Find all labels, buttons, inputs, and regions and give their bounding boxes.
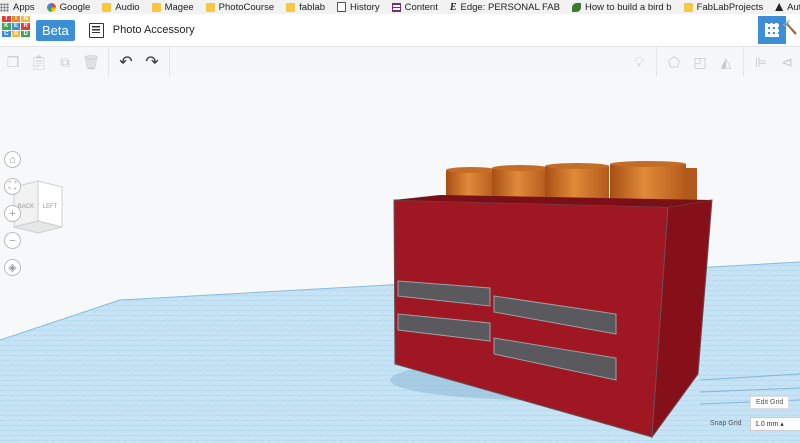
grid-icon	[391, 2, 401, 12]
google-icon	[46, 2, 56, 12]
zoom-in-button[interactable]: +	[4, 205, 21, 222]
align-icon: ⊫	[754, 53, 768, 70]
copy-button[interactable]: ❐	[0, 49, 26, 75]
minus-icon: −	[9, 234, 16, 247]
folder-icon	[151, 2, 161, 12]
plus-icon: +	[9, 207, 16, 220]
bookmark-bird[interactable]: How to build a bird b	[571, 2, 672, 13]
snap-grid-select[interactable]: 1.0 mm ▴	[750, 417, 800, 431]
bookmark-fablabprojects[interactable]: FabLabProjects	[683, 2, 763, 13]
hammer-icon[interactable]: 🔨	[782, 20, 798, 36]
light-bulb-icon: 💡︎	[634, 53, 644, 70]
trash-icon: 🗑︎	[82, 53, 100, 70]
bookmark-apps[interactable]: Apps	[0, 2, 35, 13]
edit-grid-button[interactable]: Edit Grid	[750, 396, 790, 409]
folder-icon	[205, 2, 215, 12]
apps-icon	[0, 2, 9, 12]
project-title[interactable]: Photo Accessory	[113, 24, 195, 36]
copy-icon: ❐	[6, 53, 20, 70]
edit-toolbar: ❐ 📋︎ ⧉ 🗑︎ ↶ ↷ 💡︎ ⬠ ◰ ◭ ⊫ ⊲	[0, 46, 800, 78]
page-icon	[337, 2, 347, 12]
bookmarks-bar: Apps Google Audio Magee PhotoCourse fabl…	[0, 0, 800, 14]
undo-button[interactable]: ↶	[113, 49, 139, 75]
perspective-button[interactable]: ◈	[4, 259, 21, 276]
delete-button[interactable]: 🗑︎	[78, 49, 104, 75]
mirror-icon: ◭	[720, 53, 732, 70]
paste-button[interactable]: 📋︎	[26, 49, 52, 75]
leaf-icon	[571, 2, 581, 12]
paste-icon: 📋︎	[30, 53, 48, 70]
zoom-out-button[interactable]: −	[4, 232, 21, 249]
bookmark-history[interactable]: History	[337, 2, 380, 13]
bookmark-audio[interactable]: Audio	[102, 2, 140, 13]
autodesk-icon	[775, 3, 784, 11]
bookmark-google[interactable]: Google	[46, 2, 90, 13]
fit-view-button[interactable]: ⛶	[4, 178, 21, 195]
duplicate-button[interactable]: ⧉	[52, 49, 78, 75]
tinkercad-logo[interactable]: T I N K E R C A D	[2, 16, 30, 44]
bookmark-autodesk[interactable]: Autodesk Digital	[775, 2, 800, 13]
group-icon: ◰	[693, 53, 707, 70]
flip-button[interactable]: ⊲	[774, 49, 800, 75]
bookmark-content[interactable]: Content	[391, 2, 438, 13]
home-icon: ⌂	[9, 153, 16, 166]
folder-icon	[286, 2, 296, 12]
cube-icon: ◈	[8, 262, 17, 274]
group-button[interactable]: ◰	[687, 49, 713, 75]
shape-outline-icon: ⬠	[667, 53, 681, 70]
flip-icon: ⊲	[781, 53, 793, 70]
toolbar-divider	[169, 47, 170, 77]
undo-arrow-icon: ↶	[119, 54, 133, 71]
bookmark-magee[interactable]: Magee	[151, 2, 194, 13]
toolbar-divider	[743, 47, 744, 77]
toolbar-divider	[656, 47, 657, 77]
bookmark-photocourse[interactable]: PhotoCourse	[205, 2, 274, 13]
fit-frame-icon: ⛶	[8, 180, 17, 192]
viewcube-left-label: LEFT	[43, 204, 58, 210]
scene-canvas	[0, 161, 800, 443]
bookmark-edge[interactable]: E Edge: PERSONAL FAB	[450, 2, 560, 13]
mirror-button[interactable]: ◭	[713, 49, 739, 75]
light-bulb-button[interactable]: 💡︎	[626, 49, 652, 75]
folder-icon	[683, 2, 693, 12]
edge-icon: E	[449, 1, 457, 13]
folder-icon	[102, 2, 112, 12]
design-list-icon[interactable]	[88, 22, 104, 38]
workplane-viewport[interactable]: BACK LEFT ⌂ ⛶ + − ◈	[0, 77, 800, 443]
redo-button[interactable]: ↷	[139, 49, 165, 75]
align-button[interactable]: ⊫	[748, 49, 774, 75]
snap-grid-label: Snap Grid	[710, 420, 742, 427]
shape-hole-button[interactable]: ⬠	[661, 49, 687, 75]
toolbar-divider	[108, 47, 109, 77]
duplicate-icon: ⧉	[60, 53, 70, 70]
app-header: T I N K E R C A D Beta Photo Accessory 🔨	[0, 14, 800, 46]
redo-arrow-icon: ↷	[145, 54, 159, 71]
bookmark-fablab[interactable]: fablab	[286, 2, 325, 13]
grid-icon	[765, 23, 779, 37]
beta-badge[interactable]: Beta	[36, 19, 75, 41]
home-view-button[interactable]: ⌂	[4, 151, 21, 168]
